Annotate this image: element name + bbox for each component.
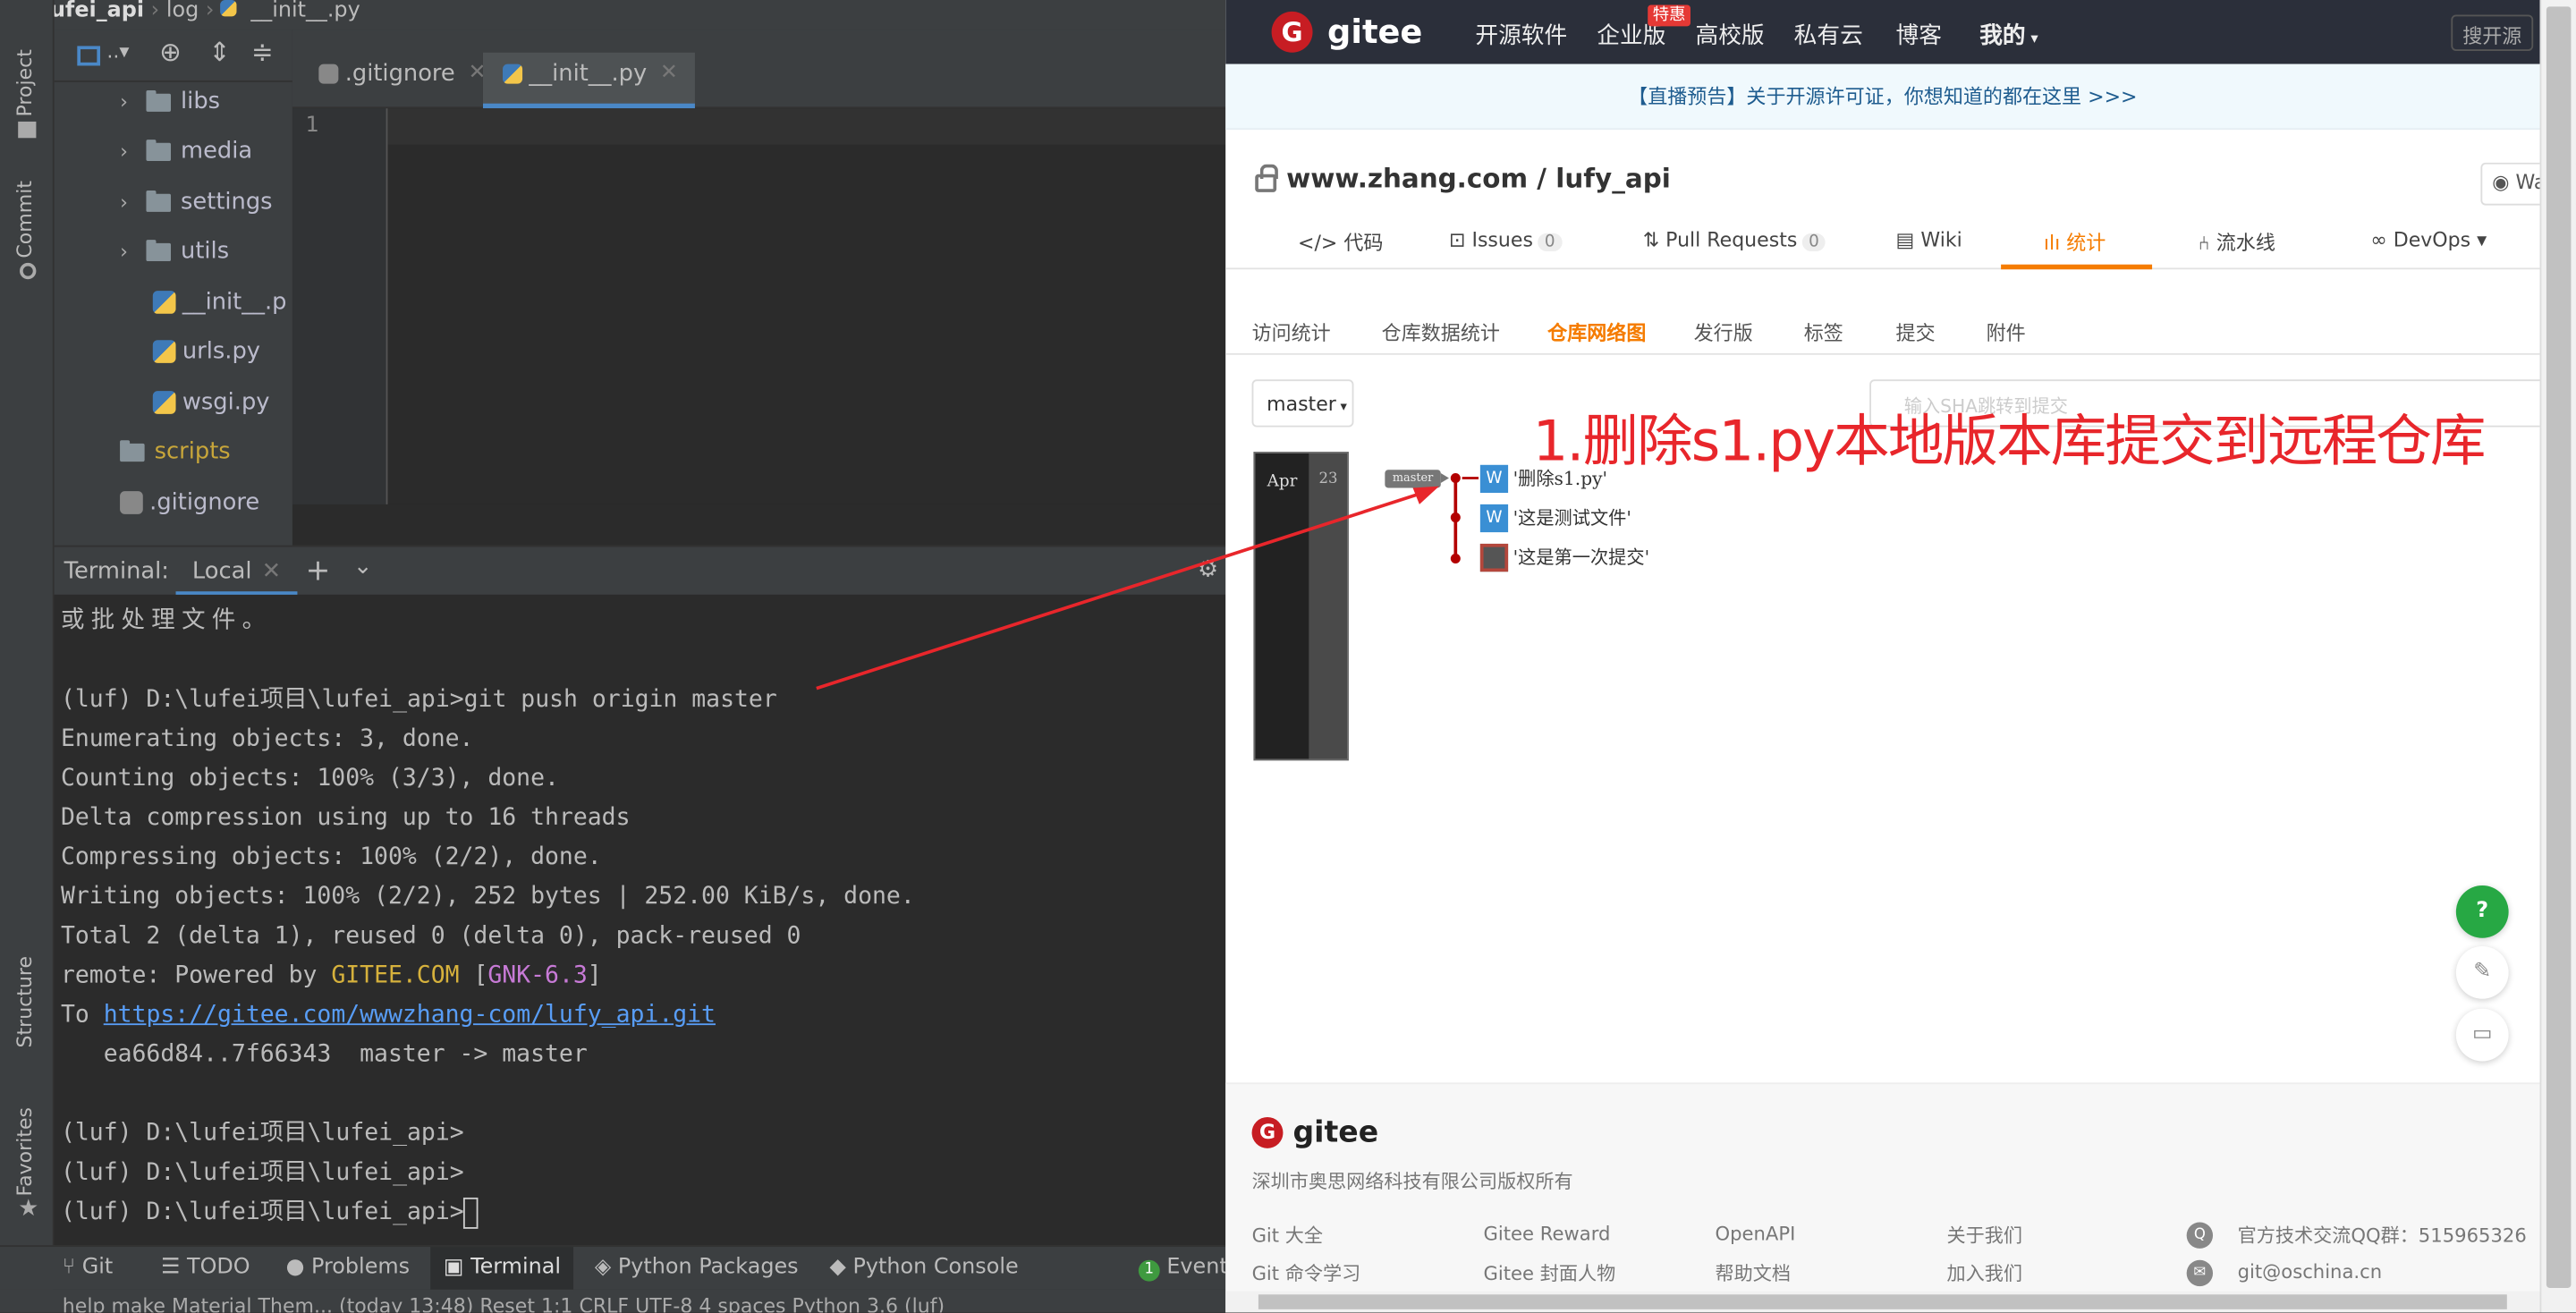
annotation-arrow (816, 486, 1439, 690)
arrow-line (816, 491, 1424, 690)
arrow-head (1412, 486, 1439, 504)
